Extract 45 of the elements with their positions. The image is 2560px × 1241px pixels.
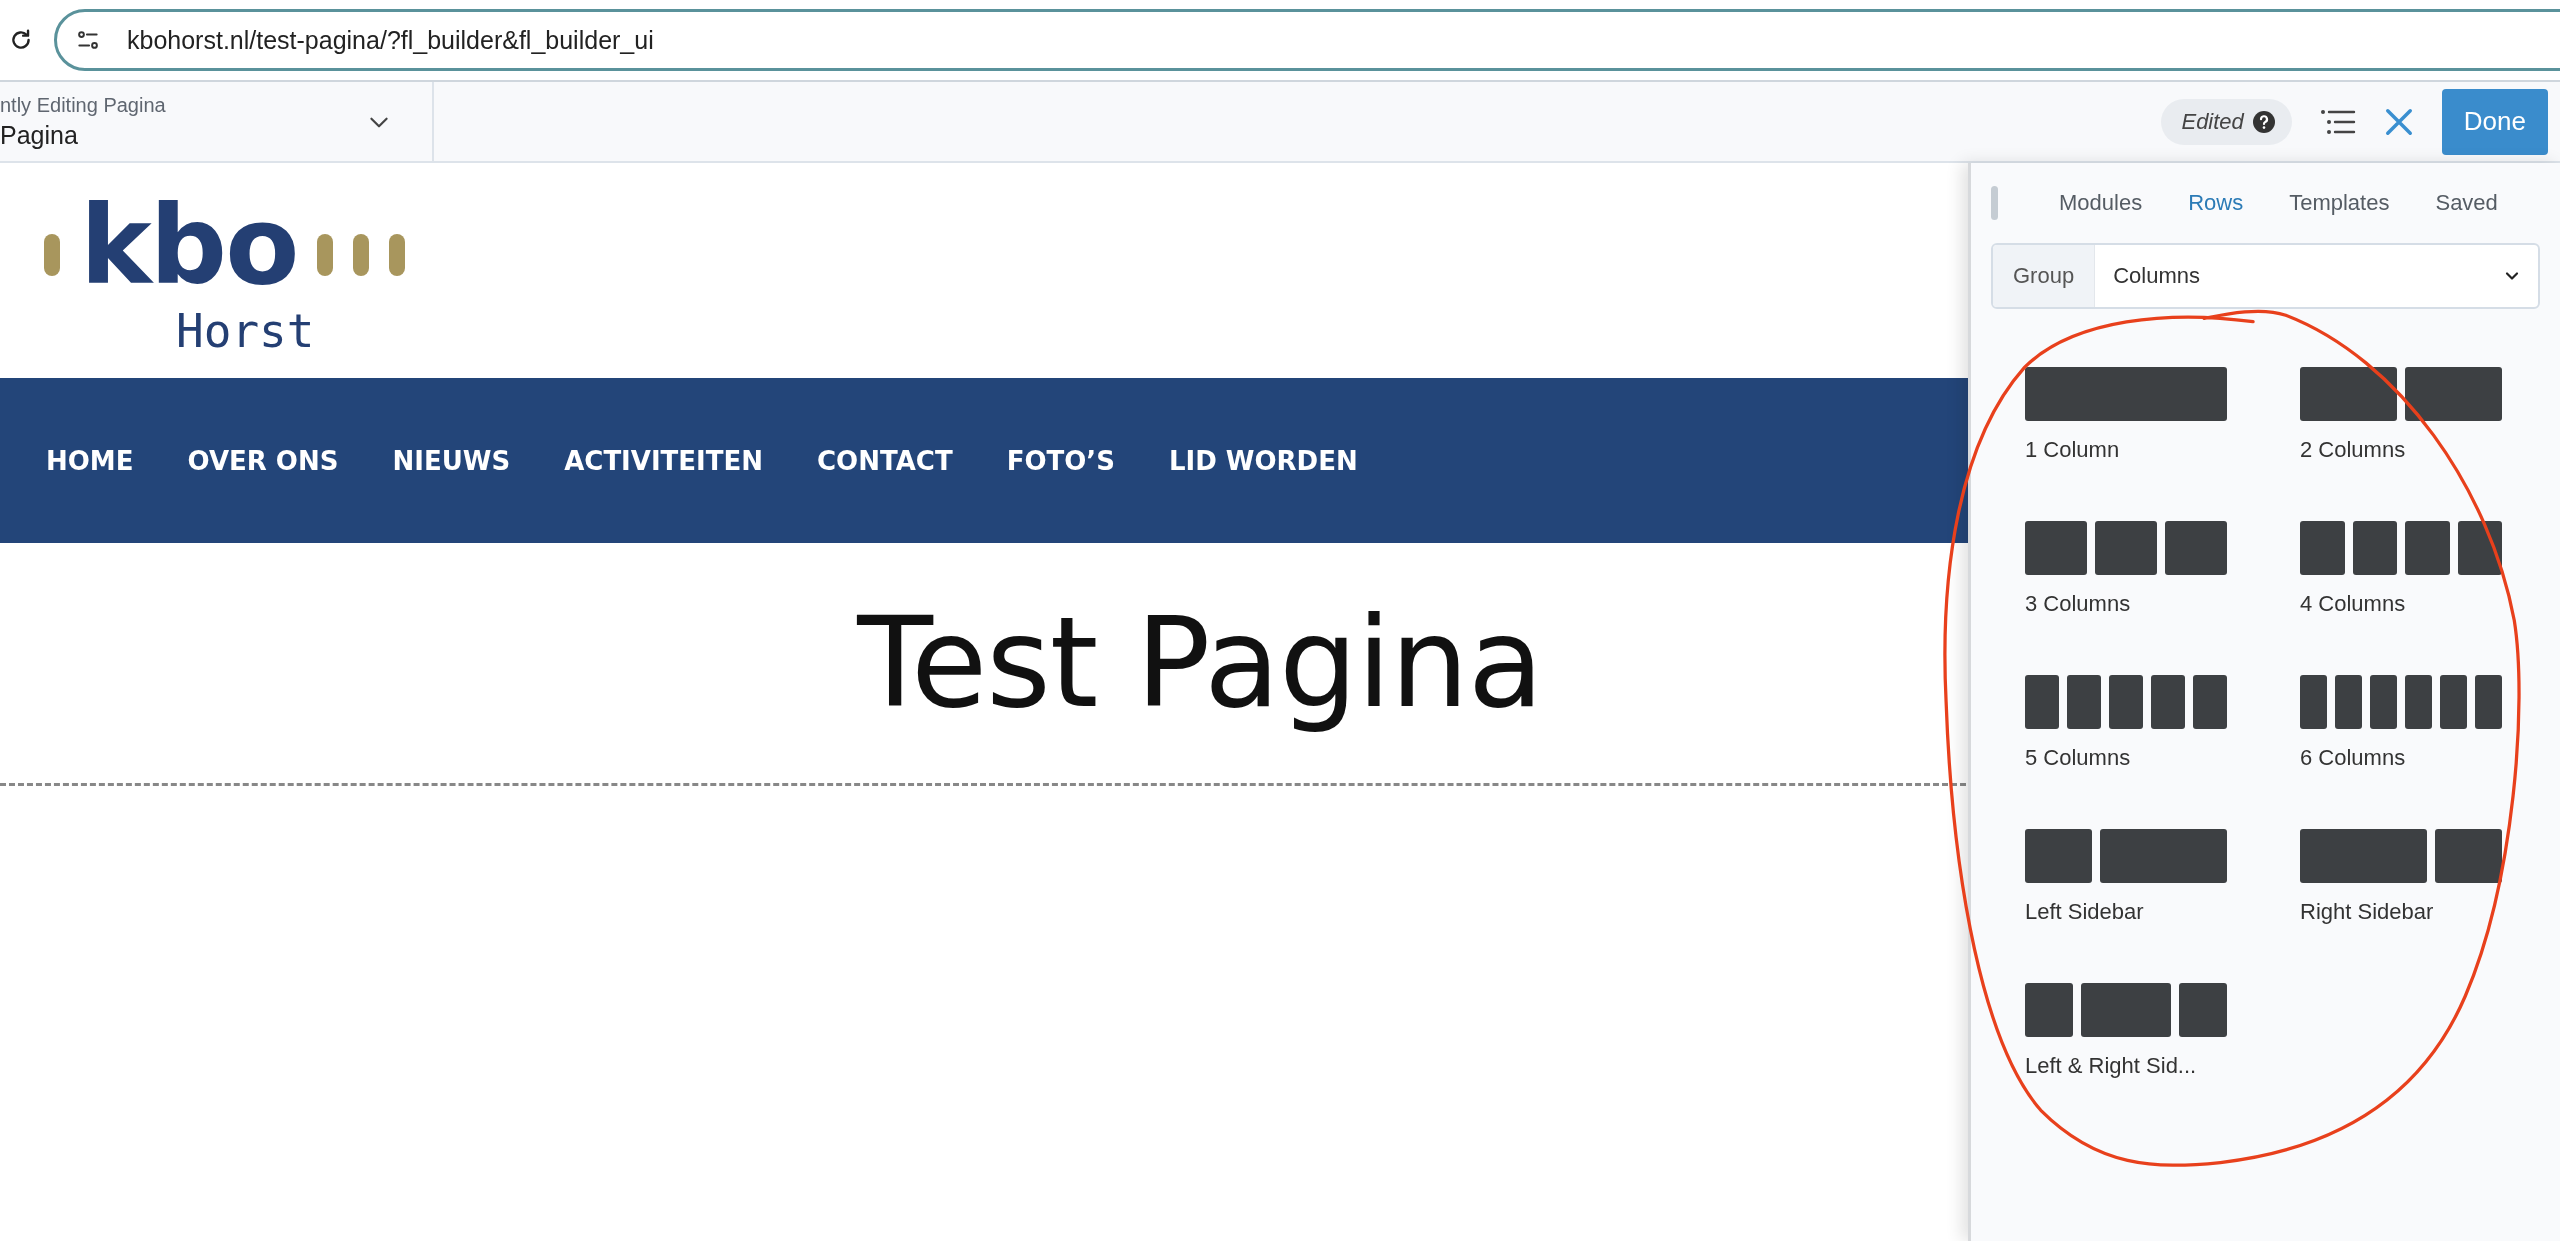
layout-label: 1 Column xyxy=(2025,437,2120,463)
group-select[interactable]: Group Columns xyxy=(1991,243,2540,309)
panel-tab[interactable]: Saved xyxy=(2412,190,2521,216)
url-text: kbohorst.nl/test-pagina/?fl_builder&fl_builder_ui xyxy=(127,25,654,55)
page-selector[interactable]: ntly Editing Pagina Pagina xyxy=(0,82,434,161)
column-layout-icon[interactable] xyxy=(2300,367,2502,421)
layout-label: Left & Right Sid... xyxy=(2025,1053,2197,1079)
nav-link[interactable]: LID WORDEN xyxy=(1168,445,1358,476)
help-icon xyxy=(2251,109,2276,134)
editing-label: ntly Editing Pagina xyxy=(0,93,166,117)
nav-link[interactable]: ACTIVITEITEN xyxy=(564,445,763,476)
address-bar[interactable]: kbohorst.nl/test-pagina/?fl_builder&fl_builder_ui xyxy=(54,9,2560,71)
panel-tab[interactable]: Modules xyxy=(2036,190,2166,216)
column-layout-icon[interactable] xyxy=(2025,675,2227,729)
site-logo[interactable]: kbo Horst xyxy=(44,180,406,361)
layout-label: 2 Columns xyxy=(2300,437,2406,463)
layout-label: 6 Columns xyxy=(2300,745,2406,771)
layout-label: 4 Columns xyxy=(2300,591,2406,617)
edited-status: Edited xyxy=(2181,108,2244,135)
layout-label: 5 Columns xyxy=(2025,745,2131,771)
panel-tab[interactable]: Templates xyxy=(2266,190,2413,216)
nav-link[interactable]: CONTACT xyxy=(817,445,953,476)
layout-label: 3 Columns xyxy=(2025,591,2131,617)
group-value: Columns xyxy=(2112,263,2201,289)
nav-link[interactable]: FOTO’S xyxy=(1006,445,1115,476)
page-name: Pagina xyxy=(0,120,79,150)
close-icon[interactable] xyxy=(2383,106,2414,137)
nav-link[interactable]: OVER ONS xyxy=(187,445,339,476)
column-layout-icon[interactable] xyxy=(2300,675,2502,729)
column-layout-icon[interactable] xyxy=(2300,521,2502,575)
group-label: Group xyxy=(1993,245,2096,307)
outline-list-icon[interactable] xyxy=(2319,108,2356,135)
layout-label: Left Sidebar xyxy=(2025,899,2144,925)
layout-label: Right Sidebar xyxy=(2300,899,2434,925)
column-layout-icon[interactable] xyxy=(2300,829,2502,883)
panel-tab[interactable]: Rows xyxy=(2165,190,2267,216)
drag-handle[interactable] xyxy=(1991,186,1998,220)
column-layout-icon[interactable] xyxy=(2025,983,2227,1037)
nav-link[interactable]: HOME xyxy=(46,445,134,476)
done-button[interactable]: Done xyxy=(2441,88,2548,155)
column-layout-icon[interactable] xyxy=(2025,829,2227,883)
edited-status-pill[interactable]: Edited xyxy=(2161,98,2292,145)
page-title: Test Pagina xyxy=(857,591,1543,735)
column-layout-icon[interactable] xyxy=(2025,521,2227,575)
nav-link[interactable]: NIEUWS xyxy=(392,445,511,476)
